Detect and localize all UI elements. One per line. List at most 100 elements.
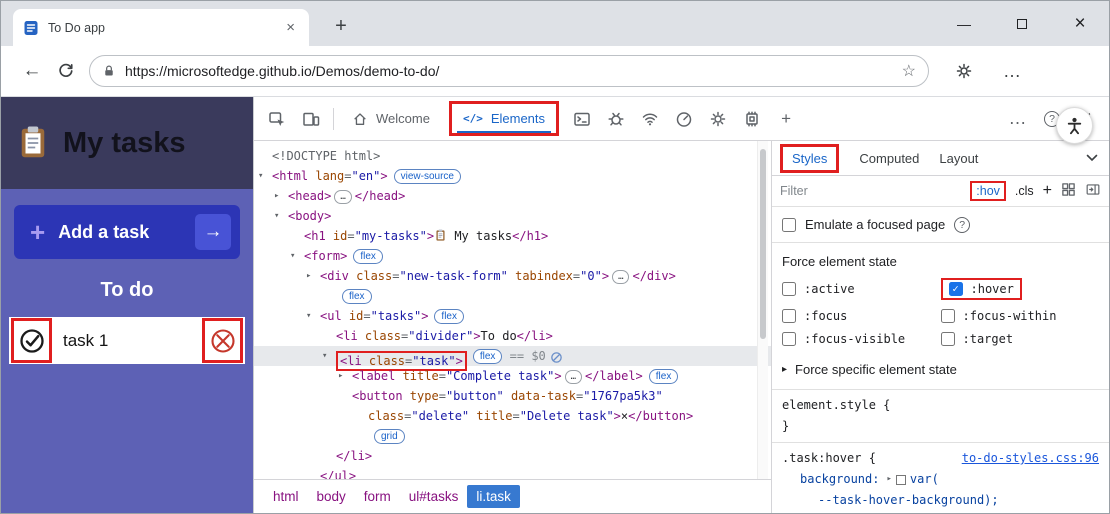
scrollbar-thumb[interactable]	[760, 149, 766, 339]
dom-tree-row[interactable]: flex	[254, 286, 771, 306]
styles-filter-input[interactable]	[780, 184, 850, 198]
collapse-arrow-icon[interactable]: ▾	[274, 206, 279, 226]
back-button[interactable]: ←	[15, 54, 49, 88]
url-bar[interactable]: https://microsoftedge.github.io/Demos/de…	[89, 55, 929, 87]
stylesheet-link[interactable]: to-do-styles.css:96	[962, 448, 1099, 469]
background-property-line[interactable]: background: ▸ var(	[772, 469, 1109, 490]
color-swatch[interactable]	[895, 474, 906, 485]
state-checkbox-focus-within[interactable]	[940, 309, 955, 323]
dom-tree-row[interactable]: ▸ <label title="Complete task">… </label> f…	[254, 366, 771, 386]
adorner-badge-flex[interactable]: flex	[648, 369, 679, 384]
tab-styles[interactable]: Styles	[780, 143, 840, 173]
state-checkbox-hover[interactable]: ✓	[948, 282, 963, 296]
adorner-badge-flex[interactable]: flex	[472, 349, 503, 364]
browser-menu-button[interactable]: …	[1003, 61, 1022, 82]
inspect-element-button[interactable]	[260, 102, 294, 136]
dom-tree-row[interactable]: <!DOCTYPE html>	[254, 146, 771, 166]
state-checkbox-focus[interactable]	[782, 309, 796, 323]
dom-tree-row[interactable]: <li class="divider">To do</li>	[254, 326, 771, 346]
new-style-rule-button[interactable]: +	[1043, 182, 1052, 200]
tab-computed[interactable]: Computed	[859, 151, 919, 166]
dom-tree-row[interactable]: grid	[254, 426, 771, 446]
chevron-down-icon[interactable]	[1085, 152, 1099, 164]
dom-tree-row[interactable]: ▾ <ul id="tasks"> flex	[254, 306, 771, 326]
tab-memory[interactable]	[735, 102, 769, 136]
complete-task-icon[interactable]	[18, 327, 46, 355]
breadcrumb-item[interactable]: ul#tasks	[400, 485, 468, 508]
state-checkbox-target[interactable]	[940, 332, 955, 346]
force-specific-state-row[interactable]: ▸ Force specific element state	[772, 358, 1109, 390]
adorner-badge-grid[interactable]: grid	[374, 429, 405, 444]
tab-elements[interactable]: </> Elements	[448, 101, 560, 136]
dom-tree-row[interactable]: <h1 id="my-tasks"> My tasks</h1>	[254, 226, 771, 246]
favorites-star-icon[interactable]: ☆	[902, 61, 916, 81]
dom-tree-row[interactable]: class="delete" title="Delete task">×</bu…	[254, 406, 771, 426]
node-badge-icon[interactable]	[546, 348, 563, 368]
devtools-menu-button[interactable]: …	[1001, 102, 1035, 136]
tab-welcome[interactable]: Welcome	[339, 97, 443, 141]
emulate-focused-checkbox[interactable]	[782, 217, 796, 232]
breadcrumb-item[interactable]: body	[308, 485, 355, 508]
collapse-arrow-icon[interactable]: ▾	[322, 346, 327, 366]
rule-selector[interactable]: .task:hover {	[782, 448, 876, 469]
tab-close-icon[interactable]: ×	[282, 19, 299, 36]
maximize-button[interactable]	[993, 1, 1051, 46]
tab-layout[interactable]: Layout	[939, 151, 978, 166]
device-emulation-button[interactable]	[294, 102, 328, 136]
collapse-arrow-icon[interactable]: ▾	[306, 306, 311, 326]
expand-arrow-icon[interactable]: ▸	[306, 266, 311, 286]
accessibility-tree-button[interactable]	[1056, 107, 1093, 144]
css-variable[interactable]: --task-hover-background);	[818, 490, 999, 511]
submit-arrow-button[interactable]: →	[195, 214, 231, 250]
element-style-rule[interactable]: element.style {	[772, 395, 1109, 416]
help-icon[interactable]: ?	[954, 216, 971, 233]
breadcrumb-item[interactable]: html	[264, 485, 308, 508]
dom-tree-row[interactable]: ▸ <div class="new-task-form" tabindex="0"…	[254, 266, 771, 286]
browser-essentials-button[interactable]	[947, 54, 981, 88]
dom-tree-row[interactable]: ▾ <li class="task"> flex == $0	[254, 346, 771, 371]
toggle-cls-button[interactable]: .cls	[1015, 184, 1034, 198]
tab-performance[interactable]	[667, 102, 701, 136]
tab-console[interactable]	[565, 102, 599, 136]
adorner-badge-flex[interactable]: flex	[434, 309, 464, 324]
expand-ellipsis-button[interactable]: …	[612, 270, 630, 284]
add-task-button[interactable]: + Add a task →	[14, 205, 240, 259]
computed-sidebar-toggle-button[interactable]	[1085, 182, 1101, 200]
dom-tree-row[interactable]: ▸ <head>… </head>	[254, 186, 771, 206]
adorner-badge-flex[interactable]: flex	[353, 249, 383, 264]
adorner-badge-flex[interactable]: flex	[342, 289, 372, 304]
collapse-arrow-icon[interactable]: ▾	[290, 246, 295, 266]
task-row[interactable]: task 1	[9, 317, 245, 364]
dom-tree-row[interactable]: ▾ <body>	[254, 206, 771, 226]
minimize-button[interactable]: —	[935, 1, 993, 46]
dom-tree-row[interactable]: </li>	[254, 446, 771, 466]
collapse-arrow-icon[interactable]: ▾	[258, 166, 263, 186]
state-checkbox-active[interactable]	[782, 282, 796, 296]
expand-ellipsis-button[interactable]: …	[334, 190, 352, 204]
tab-debugger[interactable]	[599, 102, 633, 136]
expand-arrow-icon[interactable]: ▸	[338, 366, 343, 386]
url-text[interactable]: https://microsoftedge.github.io/Demos/de…	[125, 63, 893, 79]
more-tabs-button[interactable]: +	[769, 102, 803, 136]
toggle-hov-button[interactable]: :hov	[970, 181, 1006, 201]
dom-tree-row[interactable]: <button type="button" data-task="1767pa5…	[254, 386, 771, 406]
dom-tree-row[interactable]: ▾ <form> flex	[254, 246, 771, 266]
refresh-button[interactable]	[49, 54, 83, 88]
expand-ellipsis-button[interactable]: …	[564, 370, 582, 384]
dom-tree-scrollbar[interactable]	[757, 141, 768, 479]
breadcrumb-item[interactable]: li.task	[467, 485, 520, 508]
new-tab-button[interactable]: +	[327, 12, 355, 40]
tab-application[interactable]	[701, 102, 735, 136]
dom-tree-row[interactable]: </ul>	[254, 466, 771, 479]
dom-tree-row[interactable]: ▾ <html lang="en"> view-source	[254, 166, 771, 186]
grid-editor-button[interactable]	[1061, 182, 1076, 200]
tab-network[interactable]	[633, 102, 667, 136]
window-close-button[interactable]: ×	[1051, 1, 1109, 46]
delete-task-icon[interactable]	[209, 327, 237, 355]
adorner-badge-view-source[interactable]: view-source	[393, 169, 461, 184]
browser-tab[interactable]: To Do app ×	[13, 9, 309, 46]
state-checkbox-focus-visible[interactable]	[782, 332, 796, 346]
expand-arrow-icon[interactable]: ▸	[274, 186, 279, 206]
breadcrumb-item[interactable]: form	[355, 485, 400, 508]
expand-value-icon[interactable]: ▸	[886, 469, 891, 490]
